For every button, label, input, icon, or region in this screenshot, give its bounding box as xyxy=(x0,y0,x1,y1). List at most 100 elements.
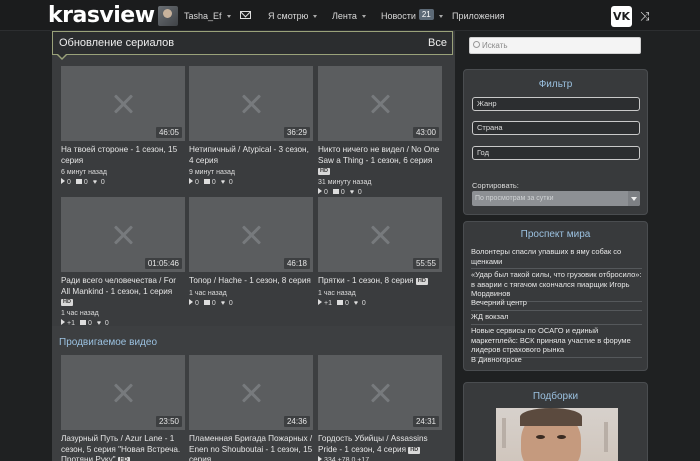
video-title-text[interactable]: Нетипичный / Atypical - 3 сезон, 4 серия xyxy=(189,145,309,165)
comments-count: 0 xyxy=(83,179,88,186)
video-card[interactable]: 24:31 Гордость Убийцы / Assassins Pride -… xyxy=(318,355,442,461)
shuffle-icon[interactable]: ⤨ xyxy=(640,10,650,22)
news-count-badge: 21 xyxy=(418,9,434,20)
video-time: 31 минуту назад xyxy=(318,179,372,186)
comments-count: 0 xyxy=(340,189,345,196)
duration-badge: 36:29 xyxy=(283,127,310,138)
video-thumbnail[interactable]: 24:31 xyxy=(318,355,442,430)
sort-select[interactable]: По просмотрам за сутки xyxy=(472,191,640,206)
see-all-link[interactable]: Все xyxy=(428,37,447,49)
header-pointer xyxy=(56,53,68,60)
mail-icon[interactable] xyxy=(240,11,251,19)
video-card[interactable]: 46:05 На твоей стороне - 1 сезон, 15 сери… xyxy=(61,66,185,187)
duration-badge: 24:31 xyxy=(412,416,439,427)
x-icon xyxy=(370,383,390,403)
comment-icon xyxy=(336,299,343,305)
video-title[interactable]: Ради всего человечества / For All Mankin… xyxy=(61,276,185,307)
duration-badge: 43:00 xyxy=(412,127,439,138)
hd-badge: HD xyxy=(117,457,130,461)
likes-count: 0 xyxy=(100,179,105,186)
news-item[interactable]: В Дивногорске xyxy=(471,355,642,367)
nav-news[interactable]: Новости 21 xyxy=(381,6,443,26)
video-thumbnail[interactable]: 46:05 xyxy=(61,66,185,141)
views-count: 0 xyxy=(324,189,328,196)
chevron-down-icon xyxy=(628,191,640,206)
heart-icon: ♥ xyxy=(220,299,225,307)
promoted-title: Продвигаемое видео xyxy=(59,337,158,348)
video-thumbnail[interactable]: 24:36 xyxy=(189,355,313,430)
video-title[interactable]: На твоей стороне - 1 сезон, 15 серия xyxy=(61,145,185,166)
video-title-text[interactable]: Ради всего человечества / For All Mankin… xyxy=(61,276,176,296)
video-title[interactable]: Топор / Hache - 1 сезон, 8 серия xyxy=(189,276,313,287)
collection-image[interactable] xyxy=(496,408,618,461)
chevron-down-icon xyxy=(438,15,443,19)
video-title[interactable]: Прятки - 1 сезон, 8 серия HD xyxy=(318,276,442,287)
video-title[interactable]: Лазурный Путь / Azur Lane - 1 сезон, 5 с… xyxy=(61,434,185,461)
video-title[interactable]: Гордость Убийцы / Assassins Pride - 1 се… xyxy=(318,434,442,455)
hair xyxy=(520,408,582,426)
comment-icon xyxy=(75,179,82,184)
play-icon xyxy=(189,178,193,184)
video-title-text[interactable]: На твоей стороне - 1 сезон, 15 серия xyxy=(61,145,177,165)
play-icon xyxy=(61,319,65,325)
news-item[interactable]: ЖД вокзал xyxy=(471,312,642,325)
nav-apps[interactable]: Приложения xyxy=(452,6,505,26)
video-time: 1 час назад xyxy=(318,289,356,297)
video-thumbnail[interactable]: 55:55 xyxy=(318,197,442,272)
video-title-text[interactable]: Никто ничего не видел / No One Saw a Thi… xyxy=(318,145,439,165)
video-thumbnail[interactable]: 43:00 xyxy=(318,66,442,141)
video-thumbnail[interactable]: 01:05:46 xyxy=(61,197,185,272)
nav-feed[interactable]: Лента xyxy=(332,6,366,26)
nav-watching[interactable]: Я смотрю xyxy=(268,6,318,26)
video-stats: +1 0 ♥ 0 xyxy=(318,298,442,308)
logo[interactable]: krasview xyxy=(48,4,155,28)
sort-label: Сортировать: xyxy=(472,181,519,190)
news-item[interactable]: Вечерний центр xyxy=(471,298,642,311)
search-input[interactable]: Искать xyxy=(469,37,641,54)
video-title[interactable]: Пламенная Бригада Пожарных / Enen no Sho… xyxy=(189,434,313,461)
user-menu[interactable]: Tasha_Ef xyxy=(158,6,231,26)
video-thumbnail[interactable]: 46:18 xyxy=(189,197,313,272)
video-thumbnail[interactable]: 23:50 xyxy=(61,355,185,430)
comment-icon xyxy=(332,189,339,194)
video-title-text[interactable]: Прятки - 1 сезон, 8 серия xyxy=(318,276,414,285)
likes-count: 0 xyxy=(361,299,366,307)
vk-icon[interactable]: VK xyxy=(611,6,632,27)
video-card[interactable]: 43:00 Никто ничего не видел / No One Saw … xyxy=(318,66,442,197)
video-card[interactable]: 23:50 Лазурный Путь / Azur Lane - 1 сезон… xyxy=(61,355,185,461)
likes-count: 0 xyxy=(228,179,233,186)
video-time: 1 час назад xyxy=(189,289,227,297)
video-time: 6 минут назад xyxy=(61,169,107,176)
genre-field[interactable]: Жанр xyxy=(472,97,640,111)
video-card[interactable]: 01:05:46 Ради всего человечества / For Al… xyxy=(61,197,185,328)
news-item[interactable]: Новые сервисы по ОСАГО и единый маркетпл… xyxy=(471,326,642,358)
avatar xyxy=(158,6,178,26)
video-title-text[interactable]: Пламенная Бригада Пожарных / Enen no Sho… xyxy=(189,434,312,461)
news-item[interactable]: Волонтеры спасли упавших в яму собак со … xyxy=(471,247,642,269)
x-icon xyxy=(370,225,390,245)
video-card[interactable]: 24:36 Пламенная Бригада Пожарных / Enen n… xyxy=(189,355,313,461)
year-field[interactable]: Год xyxy=(472,146,640,160)
comment-icon xyxy=(203,299,210,305)
news-title: Проспект мира xyxy=(520,229,591,240)
video-thumbnail[interactable]: 36:29 xyxy=(189,66,313,141)
x-icon xyxy=(241,383,261,403)
video-card[interactable]: 55:55 Прятки - 1 сезон, 8 серия HD 1 час н… xyxy=(318,197,442,308)
collections-title: Подборки xyxy=(532,391,579,402)
series-updates-header: Обновление сериалов Все xyxy=(52,31,453,55)
heart-icon: ♥ xyxy=(349,189,354,196)
comment-icon xyxy=(79,320,86,325)
play-icon xyxy=(318,298,322,305)
video-card[interactable]: 36:29 Нетипичный / Atypical - 3 сезон, 4 … xyxy=(189,66,313,187)
likes-count: 0 xyxy=(357,189,362,196)
video-stats: 0 0 ♥ 0 xyxy=(189,298,313,308)
video-stats: 0 0 ♥ 0 xyxy=(318,188,442,197)
play-icon xyxy=(318,188,322,194)
video-title[interactable]: Нетипичный / Atypical - 3 сезон, 4 серия xyxy=(189,145,313,166)
video-title-text[interactable]: Топор / Hache - 1 сезон, 8 серия xyxy=(189,276,311,285)
hd-badge: HD xyxy=(318,168,330,175)
video-card[interactable]: 46:18 Топор / Hache - 1 сезон, 8 серия 1 ч… xyxy=(189,197,313,308)
news-item[interactable]: «Удар был такой силы, что грузовик отбро… xyxy=(471,270,642,302)
video-title[interactable]: Никто ничего не видел / No One Saw a Thi… xyxy=(318,145,442,176)
country-field[interactable]: Страна xyxy=(472,121,640,135)
